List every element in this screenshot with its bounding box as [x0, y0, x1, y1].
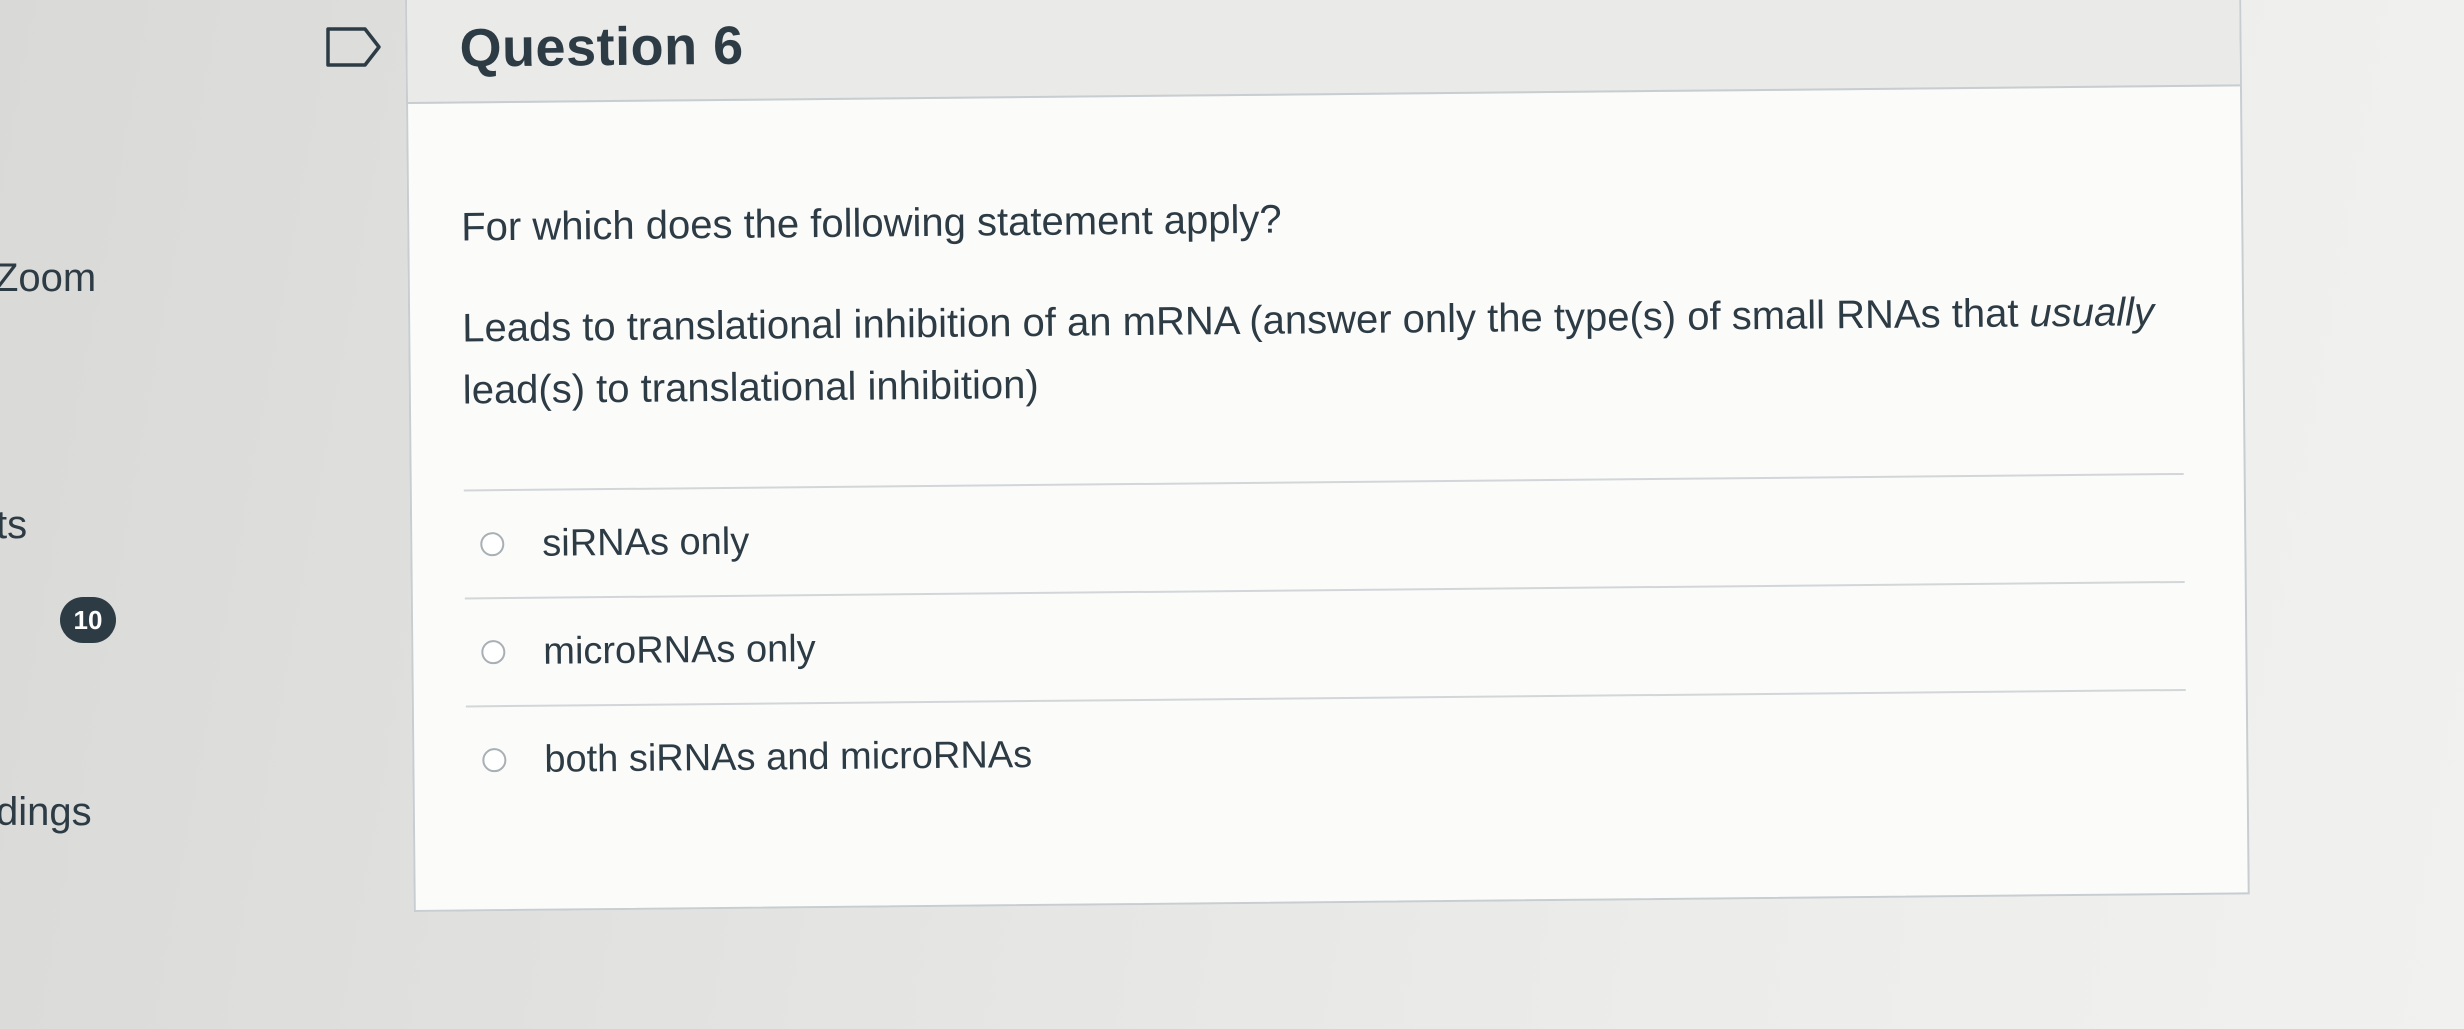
question-statement: Leads to translational inhibition of an …	[462, 281, 2163, 421]
statement-emphasis: usually	[2029, 290, 2155, 336]
radio-button[interactable]	[481, 640, 506, 665]
answer-label: both siRNAs and microRNAs	[544, 733, 1033, 781]
question-title: Question 6	[459, 15, 744, 79]
statement-text-end: lead(s) to translational inhibition)	[462, 362, 1039, 413]
answer-list: siRNAs only microRNAs only both siRNAs a…	[463, 472, 2187, 814]
question-prompt: For which does the following statement a…	[461, 197, 1282, 250]
answer-label: siRNAs only	[542, 520, 750, 565]
radio-button[interactable]	[480, 532, 505, 557]
flag-question-icon[interactable]	[325, 26, 383, 68]
nav-item-zoom[interactable]: Zoom	[0, 256, 96, 301]
radio-button[interactable]	[482, 748, 507, 773]
unread-count-badge: 10	[60, 597, 116, 643]
answer-option-both[interactable]: both siRNAs and microRNAs	[465, 688, 2187, 814]
answer-option-micrornas-only[interactable]: microRNAs only	[464, 580, 2186, 706]
nav-item-points[interactable]: ts	[0, 503, 27, 548]
answer-option-sirnas-only[interactable]: siRNAs only	[463, 472, 2185, 598]
question-body: For which does the following statement a…	[408, 86, 2247, 814]
answer-label: microRNAs only	[543, 627, 816, 673]
statement-text-start: Leads to translational inhibition of an …	[462, 291, 2030, 351]
nav-item-recordings[interactable]: dings	[0, 790, 92, 835]
question-card: Question 6 For which does the following …	[405, 0, 2250, 912]
